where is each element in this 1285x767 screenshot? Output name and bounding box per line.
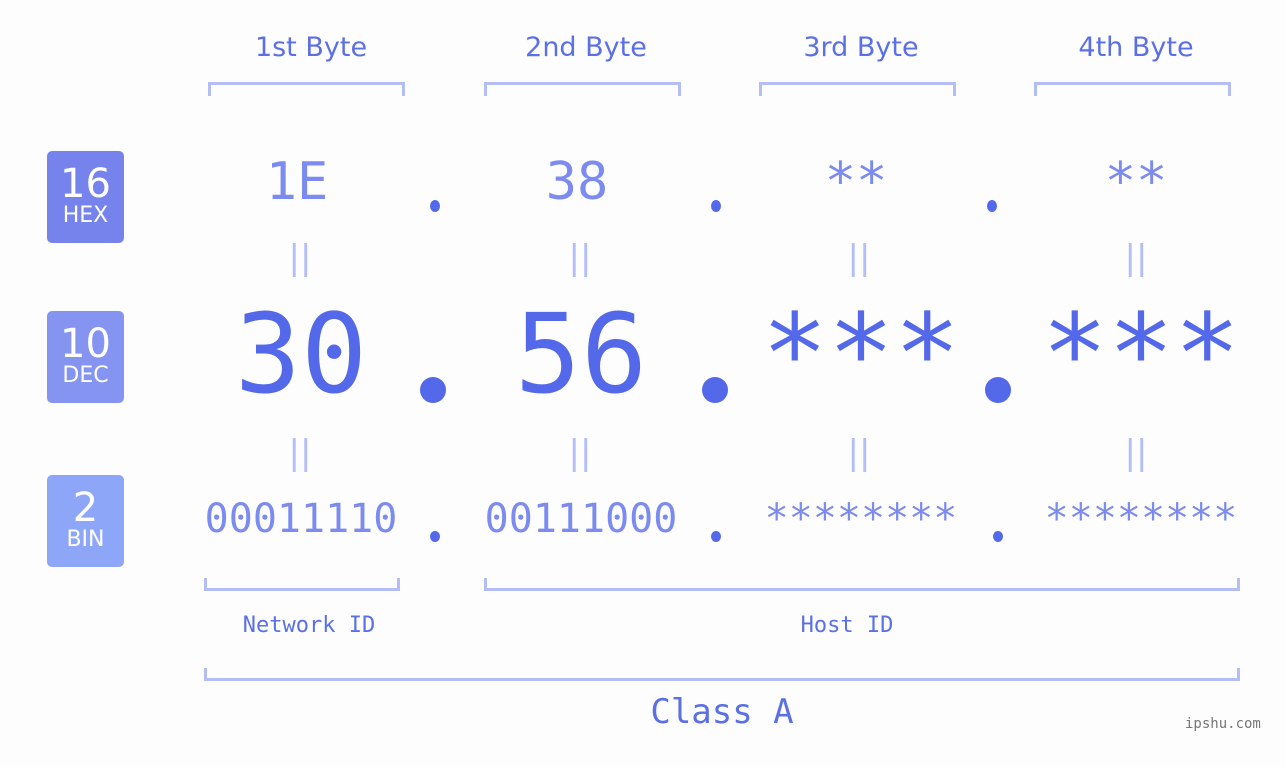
class-bracket (204, 668, 1240, 681)
dec-dot-2 (702, 377, 728, 403)
dec-badge-base: 10 (60, 321, 111, 367)
bin-dot-1 (430, 531, 440, 542)
hex-badge: 16 HEX (47, 151, 124, 243)
byte-header-4: 4th Byte (1078, 32, 1194, 63)
bin-dot-2 (711, 531, 721, 542)
equals-sign: || (847, 238, 871, 278)
bin-byte-2: 00111000 (484, 496, 678, 542)
bin-byte-1: 00011110 (204, 496, 398, 542)
byte-bracket-4 (1034, 82, 1231, 96)
dec-dot-3 (985, 377, 1011, 403)
hex-dot-2 (711, 200, 721, 212)
bin-badge: 2 BIN (47, 475, 124, 567)
hex-dot-1 (430, 200, 440, 212)
dec-byte-4: *** (1041, 290, 1241, 418)
dec-badge-label: DEC (62, 363, 109, 388)
byte-header-1: 1st Byte (254, 32, 368, 63)
equals-sign: || (847, 433, 871, 473)
network-id-label: Network ID (242, 613, 376, 638)
bin-byte-3: ******** (764, 496, 958, 542)
network-id-bracket (204, 578, 400, 591)
host-id-label: Host ID (800, 613, 894, 638)
hex-badge-label: HEX (62, 203, 109, 228)
class-label: Class A (650, 692, 794, 732)
equals-sign: || (568, 433, 592, 473)
dec-byte-1: 30 (234, 290, 368, 418)
byte-header-2: 2nd Byte (525, 32, 647, 63)
hex-byte-4: ** (1104, 152, 1168, 212)
dec-dot-1 (420, 377, 446, 403)
equals-sign: || (568, 238, 592, 278)
equals-sign: || (288, 433, 312, 473)
bin-badge-base: 2 (72, 485, 99, 531)
hex-byte-3: ** (824, 152, 888, 212)
byte-header-3: 3rd Byte (803, 32, 919, 63)
dec-badge: 10 DEC (47, 311, 124, 403)
bin-byte-4: ******** (1044, 496, 1238, 542)
host-id-bracket (484, 578, 1240, 591)
bin-badge-label: BIN (66, 527, 105, 552)
hex-dot-3 (987, 200, 997, 212)
equals-sign: || (1124, 433, 1148, 473)
equals-sign: || (288, 238, 312, 278)
bin-dot-3 (993, 531, 1003, 542)
byte-bracket-3 (759, 82, 956, 96)
watermark: ipshu.com (1185, 716, 1261, 732)
hex-byte-2: 38 (545, 152, 609, 212)
hex-badge-base: 16 (60, 161, 111, 207)
equals-sign: || (1124, 238, 1148, 278)
byte-bracket-2 (484, 82, 681, 96)
dec-byte-3: *** (761, 290, 961, 418)
dec-byte-2: 56 (514, 290, 648, 418)
byte-bracket-1 (208, 82, 405, 96)
hex-byte-1: 1E (265, 152, 329, 212)
